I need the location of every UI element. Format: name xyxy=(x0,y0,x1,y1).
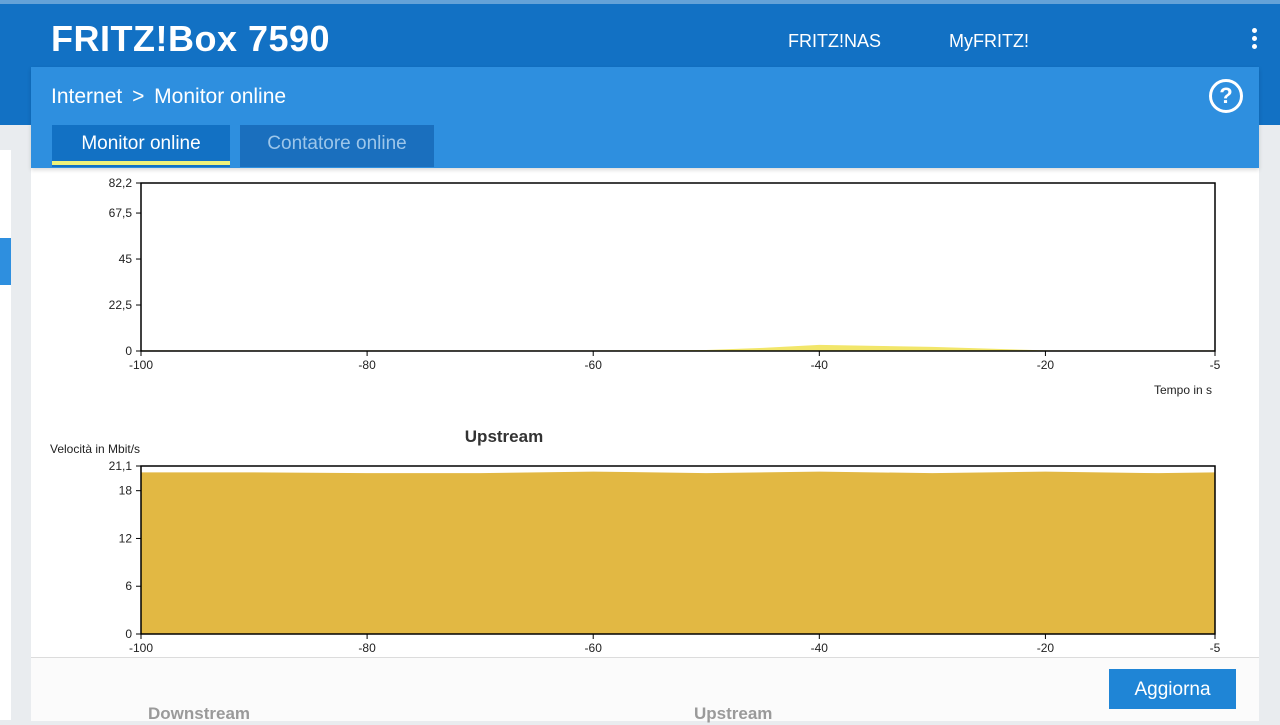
x-tick-label: -60 xyxy=(585,358,603,372)
charts-canvas: 0 22,5 45 67,5 82,2 -100 -80 -60 -40 -20 -5 Tempo i… xyxy=(50,176,1221,655)
right-gutter xyxy=(1259,125,1280,720)
x-tick-label: -20 xyxy=(1037,358,1055,372)
x-tick-label: -20 xyxy=(1037,641,1055,655)
breadcrumb-section[interactable]: Internet xyxy=(51,85,122,108)
tab-contatore-online[interactable]: Contatore online xyxy=(240,125,434,167)
x-tick-label: -5 xyxy=(1210,641,1221,655)
y-tick-label: 21,1 xyxy=(109,459,133,473)
x-tick-label: -80 xyxy=(358,358,376,372)
top-accent-line xyxy=(0,0,1280,4)
x-tick-label: -40 xyxy=(811,358,829,372)
tab-label: Monitor online xyxy=(81,133,201,154)
x-tick-label: -100 xyxy=(129,641,153,655)
tab-label: Contatore online xyxy=(267,133,407,154)
sidebar-active-marker[interactable] xyxy=(0,238,11,285)
x-axis-label: Tempo in s xyxy=(1154,383,1212,397)
footer-downstream-label: Downstream xyxy=(148,704,251,723)
left-sidebar-edge xyxy=(0,150,11,720)
more-vertical-icon[interactable] xyxy=(1246,28,1262,54)
breadcrumb: Internet > Monitor online xyxy=(51,85,286,109)
breadcrumb-separator: > xyxy=(132,85,145,108)
x-tick-label: -80 xyxy=(358,641,376,655)
refresh-button[interactable]: Aggiorna xyxy=(1109,669,1236,709)
brand-title[interactable]: FRITZ!Box 7590 xyxy=(51,18,330,60)
y-tick-label: 18 xyxy=(119,484,133,498)
tab-monitor-online[interactable]: Monitor online xyxy=(52,125,230,167)
upstream-chart: 0 6 12 18 21,1 -100 -80 -60 -40 -20 -5 Velocità in … xyxy=(50,427,1221,655)
page-header: Internet > Monitor online ? Monitor onli… xyxy=(31,67,1259,168)
nav-link-fritznas[interactable]: FRITZ!NAS xyxy=(788,31,881,52)
y-tick-label: 0 xyxy=(125,344,132,358)
nav-link-myfritz[interactable]: MyFRITZ! xyxy=(949,31,1029,52)
question-circle-icon[interactable]: ? xyxy=(1209,79,1243,113)
active-tab-underline xyxy=(52,161,230,165)
downstream-chart: 0 22,5 45 67,5 82,2 -100 -80 -60 -40 -20 -5 Tempo i… xyxy=(109,176,1221,397)
y-tick-label: 22,5 xyxy=(109,298,133,312)
y-tick-label: 67,5 xyxy=(109,206,133,220)
series-area xyxy=(141,471,1215,634)
y-tick-label: 0 xyxy=(125,627,132,641)
x-tick-label: -60 xyxy=(585,641,603,655)
x-tick-label: -100 xyxy=(129,358,153,372)
x-tick-label: -5 xyxy=(1210,358,1221,372)
x-tick-label: -40 xyxy=(811,641,829,655)
footer-upstream-label: Upstream xyxy=(694,704,773,723)
y-tick-label: 82,2 xyxy=(109,176,133,190)
series-area xyxy=(141,344,1215,351)
main-content: 0 22,5 45 67,5 82,2 -100 -80 -60 -40 -20 -5 Tempo i… xyxy=(31,168,1259,720)
plot-frame xyxy=(140,182,1216,352)
breadcrumb-page: Monitor online xyxy=(154,85,287,108)
chart-title: Upstream xyxy=(465,427,543,446)
y-tick-label: 6 xyxy=(125,579,132,593)
y-tick-label: 45 xyxy=(119,252,133,266)
y-axis-label: Velocità in Mbit/s xyxy=(50,442,140,456)
y-tick-label: 12 xyxy=(119,531,133,545)
